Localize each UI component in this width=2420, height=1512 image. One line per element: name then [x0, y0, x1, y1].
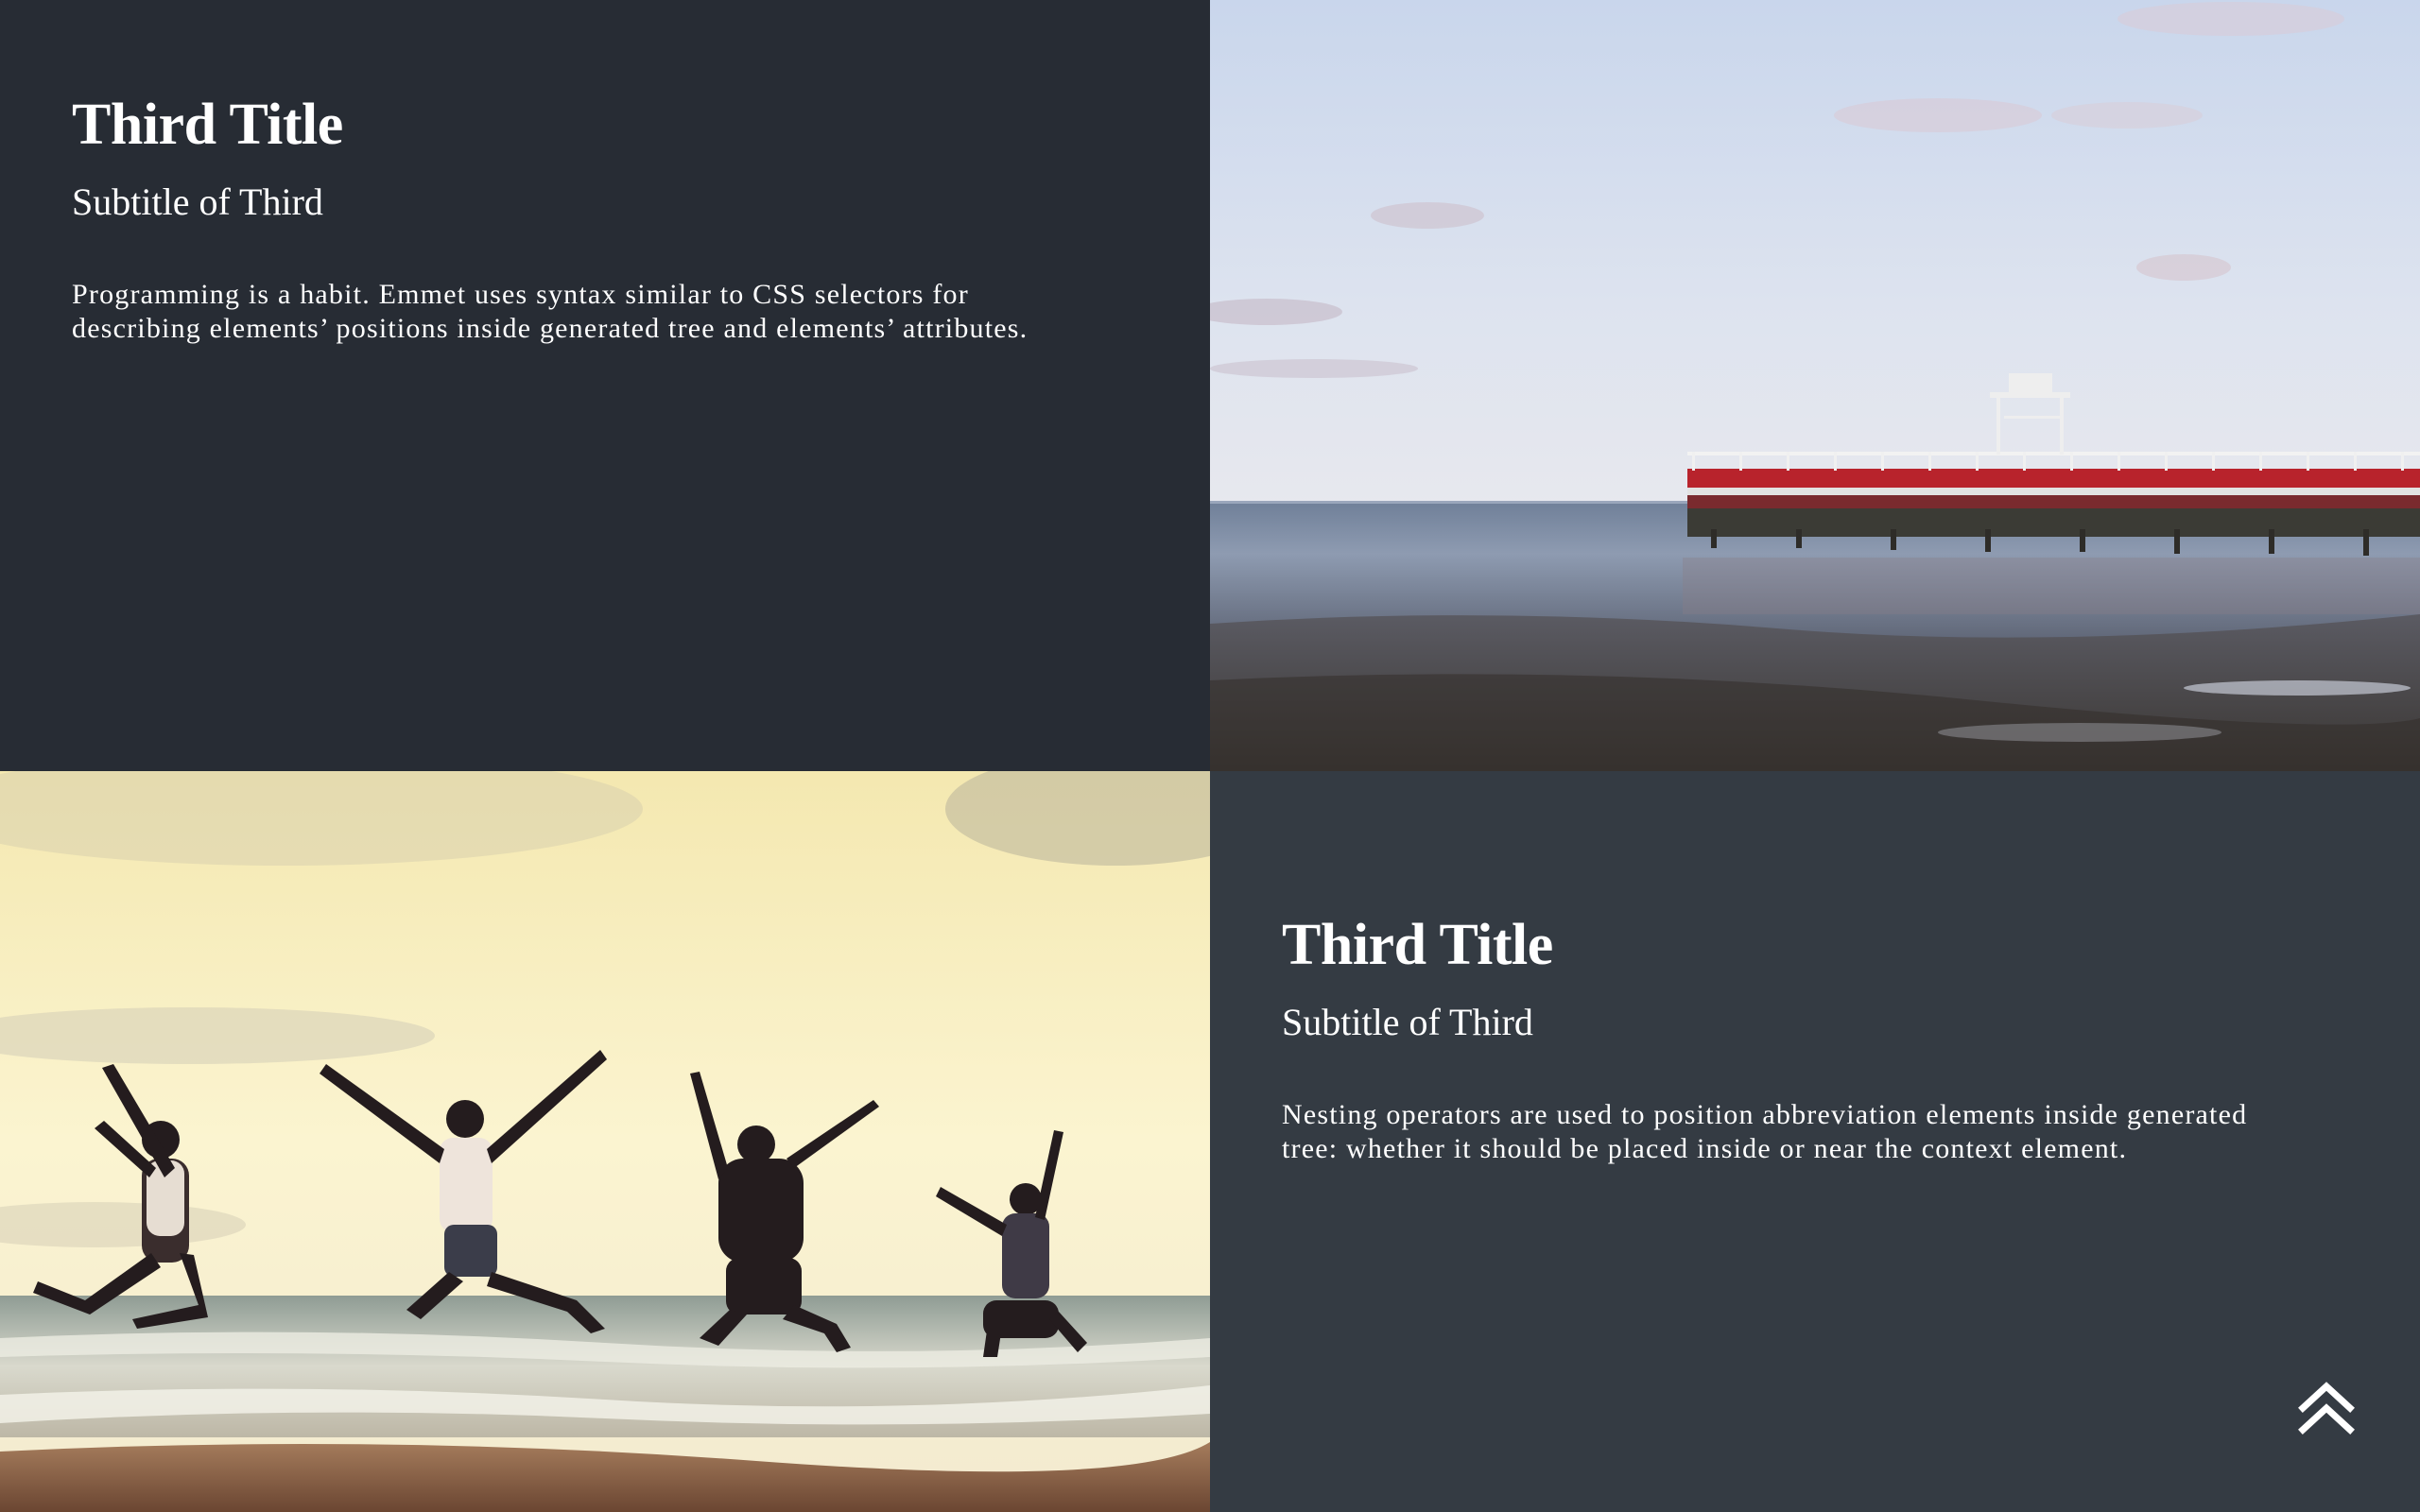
section-subtitle: Subtitle of Third — [1282, 1001, 1533, 1043]
section-subtitle: Subtitle of Third — [72, 180, 323, 223]
section-third-bottom: Third Title Subtitle of Third Nesting op… — [1210, 771, 2420, 1512]
section-title: Third Title — [1282, 913, 1553, 977]
beach-jump-photo — [0, 771, 1210, 1512]
double-chevron-up-icon — [2298, 1382, 2355, 1435]
section-body: Nesting operators are used to position a… — [1282, 1099, 2248, 1164]
section-body: Programming is a habit. Emmet uses synta… — [72, 279, 1028, 344]
beach-jump-image — [0, 771, 1210, 1512]
scroll-to-top-button[interactable] — [2297, 1382, 2356, 1435]
pier-image — [1210, 0, 2420, 771]
page-grid: Third Title Subtitle of Third Programmin… — [0, 0, 2420, 1512]
pier-photo — [1210, 0, 2420, 771]
section-title: Third Title — [72, 93, 343, 157]
section-third-top: Third Title Subtitle of Third Programmin… — [0, 0, 1210, 771]
